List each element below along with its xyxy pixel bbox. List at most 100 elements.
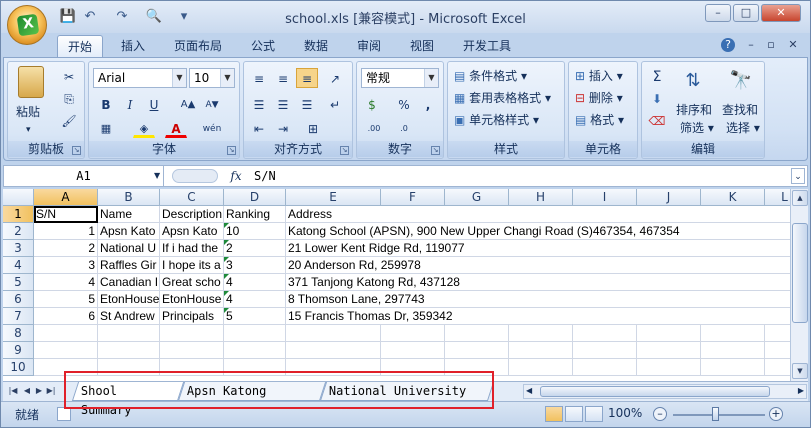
tab-developer[interactable]: 开发工具: [453, 35, 521, 57]
wrap-text-icon[interactable]: ↵: [324, 94, 346, 114]
format-cells-button[interactable]: ▤ 格式 ▾: [575, 110, 624, 130]
number-as-text-indicator-icon[interactable]: [224, 240, 229, 245]
table-cell[interactable]: I hope its a: [160, 257, 224, 274]
table-cell[interactable]: 4: [224, 274, 286, 291]
ribbon-restore-button[interactable]: ▫: [763, 38, 779, 52]
table-cell[interactable]: St Andrew: [98, 308, 160, 325]
paste-button[interactable]: 粘贴: [16, 102, 40, 122]
table-cell[interactable]: EtonHouse: [98, 291, 160, 308]
row-header[interactable]: 7: [3, 308, 34, 325]
table-cell[interactable]: 4: [34, 274, 98, 291]
name-box-dropdown-icon[interactable]: ▼: [154, 166, 160, 186]
scroll-left-icon[interactable]: ◀: [526, 386, 532, 395]
row-header[interactable]: 4: [3, 257, 34, 274]
tab-page-layout[interactable]: 页面布局: [164, 35, 232, 57]
table-cell[interactable]: 371 Tanjong Katong Rd, 437128: [286, 274, 786, 291]
sort-filter-label[interactable]: 排序和: [676, 100, 712, 120]
header-cell[interactable]: Address: [286, 206, 786, 223]
empty-cell[interactable]: [573, 325, 637, 342]
empty-cell[interactable]: [509, 359, 573, 376]
grow-font-button[interactable]: A▲: [177, 94, 199, 114]
decrease-indent-icon[interactable]: ⇤: [248, 118, 270, 138]
scroll-down-icon[interactable]: ▼: [792, 363, 808, 379]
help-icon[interactable]: ?: [721, 38, 735, 52]
merge-center-icon[interactable]: ⊞: [302, 118, 324, 138]
phonetic-button[interactable]: wén: [199, 118, 225, 138]
table-cell[interactable]: Apsn Kato: [160, 223, 224, 240]
table-cell[interactable]: If i had the: [160, 240, 224, 257]
empty-cell[interactable]: [224, 342, 286, 359]
empty-cell[interactable]: [701, 325, 765, 342]
table-cell[interactable]: 4: [224, 291, 286, 308]
vertical-scroll-thumb[interactable]: [792, 223, 808, 323]
row-header[interactable]: 9: [3, 342, 34, 359]
table-cell[interactable]: 6: [34, 308, 98, 325]
chevron-down-icon[interactable]: ▼: [220, 69, 234, 87]
insert-cells-button[interactable]: ⊞ 插入 ▾: [575, 66, 623, 86]
empty-cell[interactable]: [765, 325, 790, 342]
office-button[interactable]: [7, 5, 47, 45]
italic-button[interactable]: I: [119, 94, 141, 114]
column-header[interactable]: D: [224, 189, 286, 206]
row-header[interactable]: 1: [3, 206, 34, 223]
tab-review[interactable]: 审阅: [347, 35, 391, 57]
empty-cell[interactable]: [286, 325, 381, 342]
row-header[interactable]: 5: [3, 274, 34, 291]
scroll-right-icon[interactable]: ▶: [798, 386, 804, 395]
row-header[interactable]: 2: [3, 223, 34, 240]
maximize-button[interactable]: □: [733, 4, 759, 22]
table-cell[interactable]: 20 Anderson Rd, 259978: [286, 257, 786, 274]
find-select-icon[interactable]: 🔭: [728, 68, 754, 94]
page-layout-view-button[interactable]: [565, 406, 583, 422]
empty-cell[interactable]: [509, 325, 573, 342]
tab-data[interactable]: 数据: [294, 35, 338, 57]
fill-icon[interactable]: ⬇: [646, 88, 668, 108]
font-launcher-icon[interactable]: ↘: [227, 146, 236, 155]
header-cell[interactable]: Description: [160, 206, 224, 223]
worksheet-grid[interactable]: ABCDEFGHIJKL 1 2 3 4 5 6 7 8 9 10 S/N Name Descript…: [3, 189, 790, 381]
underline-button[interactable]: U: [143, 94, 165, 114]
column-header[interactable]: F: [381, 189, 445, 206]
percent-button[interactable]: %: [393, 94, 415, 114]
zoom-out-button[interactable]: –: [653, 407, 667, 421]
table-cell[interactable]: Raffles Gir: [98, 257, 160, 274]
column-header[interactable]: B: [98, 189, 160, 206]
table-cell[interactable]: 15 Francis Thomas Dr, 359342: [286, 308, 786, 325]
empty-cell[interactable]: [637, 359, 701, 376]
paste-dropdown-icon[interactable]: ▾: [26, 120, 31, 140]
currency-icon[interactable]: $: [361, 94, 383, 114]
expand-formula-bar-icon[interactable]: ⌄: [791, 168, 805, 184]
number-launcher-icon[interactable]: ↘: [431, 146, 440, 155]
table-cell[interactable]: Principals: [160, 308, 224, 325]
shrink-font-button[interactable]: A▼: [201, 94, 223, 114]
empty-cell[interactable]: [445, 342, 509, 359]
zoom-slider-thumb[interactable]: [712, 407, 719, 421]
autosum-button[interactable]: Σ: [646, 66, 668, 86]
minimize-button[interactable]: –: [705, 4, 731, 22]
find-select-label[interactable]: 查找和: [722, 100, 758, 120]
sort-filter-label-2[interactable]: 筛选 ▾: [680, 118, 714, 138]
column-header[interactable]: C: [160, 189, 224, 206]
number-as-text-indicator-icon[interactable]: [224, 291, 229, 296]
chevron-down-icon[interactable]: ▼: [172, 69, 186, 87]
formula-bar-splitter[interactable]: [172, 169, 218, 183]
formula-input[interactable]: S/N: [254, 166, 276, 186]
empty-cell[interactable]: [573, 359, 637, 376]
comma-button[interactable]: ,: [417, 94, 439, 114]
format-as-table-button[interactable]: ▦ 套用表格格式 ▾: [454, 88, 551, 108]
next-sheet-icon[interactable]: ▶: [33, 384, 45, 398]
align-middle-icon[interactable]: ≡: [272, 68, 294, 88]
column-header[interactable]: E: [286, 189, 381, 206]
zoom-in-button[interactable]: +: [769, 407, 783, 421]
header-cell[interactable]: S/N: [34, 206, 98, 223]
table-cell[interactable]: Great scho: [160, 274, 224, 291]
empty-cell[interactable]: [381, 325, 445, 342]
clipboard-launcher-icon[interactable]: ↘: [72, 146, 81, 155]
increase-indent-icon[interactable]: ⇥: [272, 118, 294, 138]
number-as-text-indicator-icon[interactable]: [224, 308, 229, 313]
row-header[interactable]: 10: [3, 359, 34, 376]
column-header[interactable]: I: [573, 189, 637, 206]
align-left-icon[interactable]: ☰: [248, 94, 270, 114]
horizontal-scrollbar[interactable]: ◀ ▶: [523, 384, 807, 399]
normal-view-button[interactable]: [545, 406, 563, 422]
